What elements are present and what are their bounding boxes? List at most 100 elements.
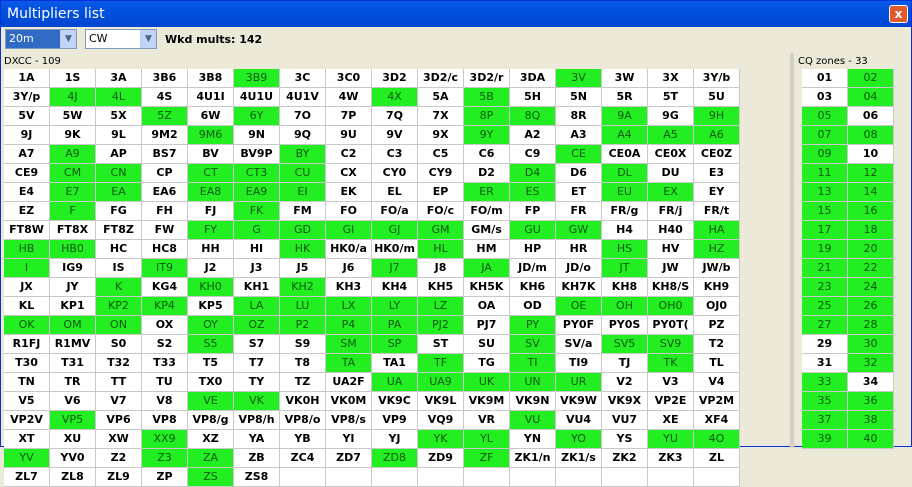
- cq-zone-cell[interactable]: 15: [802, 202, 848, 221]
- dxcc-cell[interactable]: 6Y: [234, 107, 280, 126]
- dxcc-cell[interactable]: BV: [188, 145, 234, 164]
- dxcc-cell[interactable]: 1A: [4, 69, 50, 88]
- dxcc-cell[interactable]: FJ: [188, 202, 234, 221]
- dxcc-cell[interactable]: XT: [4, 430, 50, 449]
- dxcc-cell[interactable]: PY0F: [556, 316, 602, 335]
- dxcc-cell[interactable]: LA: [234, 297, 280, 316]
- dxcc-cell[interactable]: 4U1U: [234, 88, 280, 107]
- dxcc-cell[interactable]: ZC4: [280, 449, 326, 468]
- dxcc-cell[interactable]: V6: [50, 392, 96, 411]
- dxcc-cell[interactable]: UA9: [418, 373, 464, 392]
- dxcc-cell[interactable]: SU: [464, 335, 510, 354]
- dxcc-cell[interactable]: XW: [96, 430, 142, 449]
- dxcc-cell[interactable]: 9H: [694, 107, 740, 126]
- dxcc-cell[interactable]: D4: [510, 164, 556, 183]
- cq-zone-cell[interactable]: 12: [848, 164, 894, 183]
- dxcc-cell[interactable]: ZA: [188, 449, 234, 468]
- dxcc-cell[interactable]: EX: [648, 183, 694, 202]
- dxcc-cell[interactable]: VE: [188, 392, 234, 411]
- dxcc-cell[interactable]: YB: [280, 430, 326, 449]
- dxcc-cell[interactable]: D2: [464, 164, 510, 183]
- dxcc-cell[interactable]: 3B6: [142, 69, 188, 88]
- cq-zone-cell[interactable]: 36: [848, 392, 894, 411]
- dxcc-cell[interactable]: KH4: [372, 278, 418, 297]
- dxcc-cell[interactable]: ZK1/n: [510, 449, 556, 468]
- dxcc-cell[interactable]: HB0: [50, 240, 96, 259]
- dxcc-cell[interactable]: FR/j: [648, 202, 694, 221]
- dxcc-cell[interactable]: A5: [648, 126, 694, 145]
- cq-zone-cell[interactable]: 28: [848, 316, 894, 335]
- cq-zone-cell[interactable]: 30: [848, 335, 894, 354]
- dxcc-cell[interactable]: ZD8: [372, 449, 418, 468]
- dxcc-cell[interactable]: YU: [648, 430, 694, 449]
- dxcc-cell[interactable]: ZL7: [4, 468, 50, 487]
- dxcc-cell[interactable]: CN: [96, 164, 142, 183]
- dxcc-cell[interactable]: ZL8: [50, 468, 96, 487]
- dxcc-cell[interactable]: ZD7: [326, 449, 372, 468]
- dxcc-cell[interactable]: ZK1/s: [556, 449, 602, 468]
- dxcc-cell[interactable]: IS: [96, 259, 142, 278]
- dxcc-cell[interactable]: ST: [418, 335, 464, 354]
- dxcc-cell[interactable]: [326, 468, 372, 487]
- dxcc-cell[interactable]: P2: [280, 316, 326, 335]
- dxcc-cell[interactable]: A2: [510, 126, 556, 145]
- cq-zone-cell[interactable]: 07: [802, 126, 848, 145]
- dxcc-cell[interactable]: 9M2: [142, 126, 188, 145]
- dxcc-cell[interactable]: HL: [418, 240, 464, 259]
- dxcc-cell[interactable]: BS7: [142, 145, 188, 164]
- dxcc-cell[interactable]: VU7: [602, 411, 648, 430]
- dxcc-cell[interactable]: [694, 468, 740, 487]
- dxcc-cell[interactable]: 3V: [556, 69, 602, 88]
- dxcc-cell[interactable]: KH5: [418, 278, 464, 297]
- cq-zone-cell[interactable]: 09: [802, 145, 848, 164]
- dxcc-cell[interactable]: FR/g: [602, 202, 648, 221]
- dxcc-cell[interactable]: UK: [464, 373, 510, 392]
- dxcc-cell[interactable]: YO: [556, 430, 602, 449]
- cq-zone-cell[interactable]: 18: [848, 221, 894, 240]
- dxcc-cell[interactable]: T2: [694, 335, 740, 354]
- dxcc-cell[interactable]: VP8: [142, 411, 188, 430]
- cq-zone-cell[interactable]: 08: [848, 126, 894, 145]
- dxcc-cell[interactable]: JA: [464, 259, 510, 278]
- dxcc-cell[interactable]: VQ9: [418, 411, 464, 430]
- dxcc-cell[interactable]: PA: [372, 316, 418, 335]
- dxcc-cell[interactable]: V7: [96, 392, 142, 411]
- dxcc-cell[interactable]: KH8/S: [648, 278, 694, 297]
- dxcc-cell[interactable]: KP2: [96, 297, 142, 316]
- dxcc-cell[interactable]: CT3: [234, 164, 280, 183]
- dxcc-cell[interactable]: TI: [510, 354, 556, 373]
- dxcc-cell[interactable]: HC8: [142, 240, 188, 259]
- dxcc-cell[interactable]: J6: [326, 259, 372, 278]
- dxcc-cell[interactable]: H4: [602, 221, 648, 240]
- dxcc-cell[interactable]: HH: [188, 240, 234, 259]
- dxcc-cell[interactable]: E7: [50, 183, 96, 202]
- dxcc-cell[interactable]: FM: [280, 202, 326, 221]
- dxcc-cell[interactable]: UA: [372, 373, 418, 392]
- dxcc-cell[interactable]: VP6: [96, 411, 142, 430]
- dxcc-cell[interactable]: 8Q: [510, 107, 556, 126]
- band-select[interactable]: 20m ▼: [5, 29, 77, 49]
- dxcc-cell[interactable]: V8: [142, 392, 188, 411]
- dxcc-cell[interactable]: F: [50, 202, 96, 221]
- dxcc-cell[interactable]: KH9: [694, 278, 740, 297]
- dxcc-cell[interactable]: 5W: [50, 107, 96, 126]
- dxcc-cell[interactable]: BV9P: [234, 145, 280, 164]
- dxcc-cell[interactable]: SM: [326, 335, 372, 354]
- dxcc-cell[interactable]: Z3: [142, 449, 188, 468]
- dxcc-cell[interactable]: SV: [510, 335, 556, 354]
- dxcc-cell[interactable]: FO/c: [418, 202, 464, 221]
- dxcc-cell[interactable]: YV0: [50, 449, 96, 468]
- cq-zone-cell[interactable]: 35: [802, 392, 848, 411]
- dxcc-cell[interactable]: T32: [96, 354, 142, 373]
- dxcc-cell[interactable]: 9Y: [464, 126, 510, 145]
- dxcc-cell[interactable]: GM: [418, 221, 464, 240]
- dxcc-cell[interactable]: 9A: [602, 107, 648, 126]
- dxcc-cell[interactable]: VK0M: [326, 392, 372, 411]
- dxcc-cell[interactable]: KG4: [142, 278, 188, 297]
- dxcc-cell[interactable]: TK: [648, 354, 694, 373]
- dxcc-cell[interactable]: 9V: [372, 126, 418, 145]
- dxcc-cell[interactable]: ZK3: [648, 449, 694, 468]
- dxcc-cell[interactable]: TY: [234, 373, 280, 392]
- dxcc-cell[interactable]: 9U: [326, 126, 372, 145]
- cq-zone-cell[interactable]: 11: [802, 164, 848, 183]
